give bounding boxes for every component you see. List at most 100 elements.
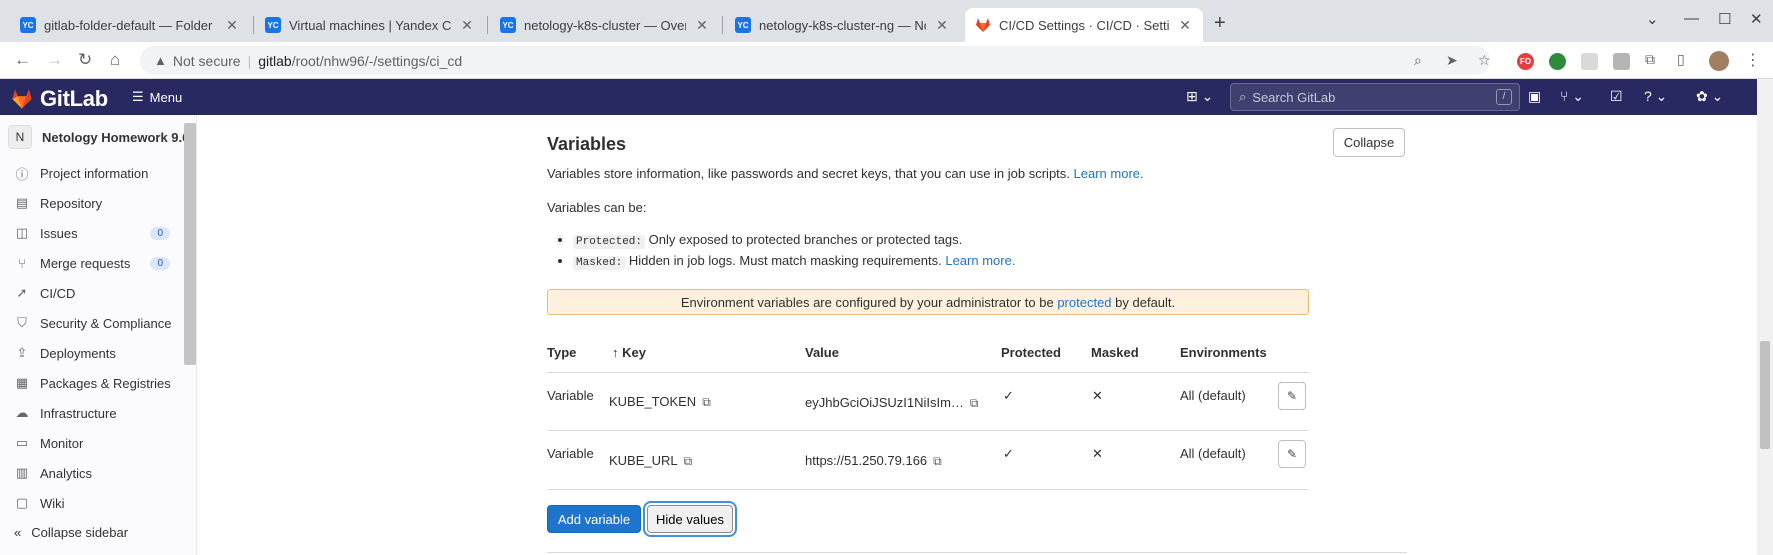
sidebar-item-label: Project information — [40, 165, 149, 181]
close-tab-icon[interactable]: ✕ — [934, 17, 950, 34]
gitlab-fox-icon — [975, 17, 991, 33]
close-window-icon[interactable]: ✕ — [1750, 10, 1763, 28]
cloud-icon: ☁ — [15, 405, 29, 420]
copy-key-icon[interactable]: ⧉ — [684, 454, 693, 468]
copy-key-icon[interactable]: ⧉ — [702, 395, 711, 409]
protected-text: Only exposed to protected branches or pr… — [648, 232, 963, 247]
sidebar-item-merge-requests[interactable]: ⑂ Merge requests 0 — [0, 249, 180, 277]
todos-icon[interactable]: ☑ — [1610, 88, 1623, 105]
browser-tab-active[interactable]: CI/CD Settings · CI/CD · Setting ✕ — [965, 8, 1203, 42]
browser-menu-icon[interactable]: ⋮ — [1745, 50, 1761, 70]
page-scrollbar[interactable] — [1757, 79, 1773, 555]
tab-search-chevron-icon[interactable]: ⌄ — [1646, 10, 1659, 28]
column-header-key[interactable]: ↑ Key — [612, 345, 646, 360]
close-tab-icon[interactable]: ✕ — [459, 17, 475, 34]
forward-icon[interactable]: → — [46, 50, 63, 70]
learn-more-link[interactable]: Learn more. — [1074, 166, 1144, 181]
masked-code: Masked: — [573, 256, 626, 270]
gitlab-logo[interactable]: GitLab — [10, 86, 108, 112]
create-new-icon[interactable]: ⊞ ⌄ — [1186, 88, 1213, 105]
tab-title: netology-k8s-cluster — Overv — [524, 17, 686, 33]
yandex-cloud-favicon-icon: YC — [265, 17, 281, 33]
close-tab-icon[interactable]: ✕ — [1177, 17, 1193, 34]
search-icon: ⌕ — [1239, 89, 1247, 104]
browser-tab[interactable]: YC gitlab-folder-default — Folder ✕ — [10, 8, 250, 42]
browser-tab[interactable]: YC netology-k8s-cluster — Overv ✕ — [490, 8, 720, 42]
sidebar-item-label: Issues — [40, 225, 78, 241]
table-divider — [547, 489, 1309, 490]
sidebar-item-infrastructure[interactable]: ☁ Infrastructure — [0, 399, 180, 427]
issues-icon: ◫ — [15, 225, 29, 240]
merge-requests-icon[interactable]: ⑂ ⌄ — [1560, 88, 1584, 105]
protected-link[interactable]: protected — [1057, 295, 1111, 310]
protected-check-icon: ✓ — [1003, 446, 1014, 461]
row-type: Variable — [547, 446, 594, 461]
help-icon[interactable]: ? ⌄ — [1644, 88, 1667, 105]
address-bar[interactable]: ▲ Not secure | gitlab/root/nhw96/-/setti… — [140, 46, 1490, 75]
add-variable-button[interactable]: Add variable — [547, 505, 641, 533]
variables-description: Variables store information, like passwo… — [547, 166, 1144, 181]
page-scrollbar-thumb[interactable] — [1760, 341, 1770, 449]
sidebar-item-deployments[interactable]: ⇪ Deployments — [0, 339, 180, 367]
bookmark-star-icon[interactable]: ☆ — [1478, 52, 1491, 69]
maximize-icon[interactable]: ☐ — [1718, 10, 1731, 28]
reload-icon[interactable]: ↻ — [78, 50, 92, 70]
extension-gray-icon[interactable] — [1581, 53, 1598, 70]
close-tab-icon[interactable]: ✕ — [224, 17, 240, 34]
list-item: Masked: Hidden in job logs. Must match m… — [573, 253, 1015, 270]
home-icon[interactable]: ⌂ — [110, 50, 120, 70]
sidebar-item-wiki[interactable]: ▢ Wiki — [0, 489, 180, 517]
main-content: Variables Collapse Variables store infor… — [197, 115, 1757, 555]
sidebar-item-monitor[interactable]: ▭ Monitor — [0, 429, 180, 457]
brand-name: GitLab — [40, 86, 108, 111]
edit-variable-button[interactable]: ✎ — [1278, 382, 1306, 410]
sidebar-scrollbar[interactable] — [184, 123, 196, 365]
minimize-icon[interactable]: — — [1684, 10, 1699, 27]
new-tab-icon[interactable]: + — [1214, 12, 1226, 35]
sidebar-item-ci-cd[interactable]: ➚ CI/CD — [0, 279, 180, 307]
side-panel-icon[interactable]: ▯ — [1677, 51, 1685, 68]
edit-variable-button[interactable]: ✎ — [1278, 440, 1306, 468]
collapse-sidebar-button[interactable]: « Collapse sidebar — [14, 525, 128, 540]
send-icon[interactable]: ➤ — [1446, 52, 1458, 69]
copy-value-icon[interactable]: ⧉ — [933, 454, 942, 468]
row-environment: All (default) — [1180, 388, 1246, 403]
sidebar-item-issues[interactable]: ◫ Issues 0 — [0, 219, 180, 247]
sidebar-item-security[interactable]: ⛉ Security & Compliance — [0, 309, 180, 337]
user-avatar-icon[interactable]: ✿ ⌄ — [1696, 88, 1723, 105]
column-header-protected: Protected — [1001, 345, 1061, 360]
extensions-puzzle-icon[interactable]: ⧉ — [1645, 51, 1655, 68]
sidebar-item-packages[interactable]: ▦ Packages & Registries — [0, 369, 180, 397]
issues-icon[interactable]: ▣ — [1528, 88, 1541, 105]
copy-value-icon[interactable]: ⧉ — [970, 396, 979, 410]
extension-fo-icon[interactable]: FO — [1517, 53, 1534, 70]
gitlab-tanuki-icon — [12, 89, 32, 109]
browser-tab[interactable]: YC Virtual machines | Yandex Com ✕ — [255, 8, 485, 42]
back-icon[interactable]: ← — [14, 50, 31, 70]
yandex-cloud-favicon-icon: YC — [500, 17, 516, 33]
search-input[interactable]: ⌕ Search GitLab / — [1230, 83, 1520, 111]
extension-shield-icon[interactable] — [1613, 53, 1630, 70]
hide-values-button[interactable]: Hide values — [647, 505, 733, 533]
collapse-button[interactable]: Collapse — [1333, 128, 1405, 157]
deploy-icon: ⇪ — [16, 345, 28, 360]
variable-options-list: Protected: Only exposed to protected bra… — [563, 232, 1015, 274]
menu-button[interactable]: ☰ Menu — [132, 89, 182, 105]
sidebar-item-project-information[interactable]: ⓘ Project information — [0, 159, 180, 187]
sidebar-item-label: Monitor — [40, 435, 84, 451]
tab-title: netology-k8s-cluster-ng — No — [759, 17, 926, 33]
sidebar-item-repository[interactable]: ▤ Repository — [0, 189, 180, 217]
sidebar-project-header[interactable]: N Netology Homework 9.6 — [8, 125, 184, 149]
profile-avatar[interactable] — [1709, 51, 1729, 71]
info-icon: ⓘ — [15, 166, 29, 182]
double-chevron-left-icon: « — [14, 525, 22, 540]
sidebar-item-analytics[interactable]: ▥ Analytics — [0, 459, 180, 487]
zoom-icon[interactable]: ⌕ — [1414, 52, 1422, 69]
browser-tab[interactable]: YC netology-k8s-cluster-ng — No ✕ — [725, 8, 960, 42]
learn-more-link[interactable]: Learn more. — [945, 253, 1015, 268]
extension-green-icon[interactable] — [1549, 53, 1566, 70]
sidebar-item-label: Security & Compliance — [40, 315, 172, 331]
column-header-type: Type — [547, 345, 577, 360]
close-tab-icon[interactable]: ✕ — [694, 17, 710, 34]
package-icon: ▦ — [15, 375, 29, 390]
